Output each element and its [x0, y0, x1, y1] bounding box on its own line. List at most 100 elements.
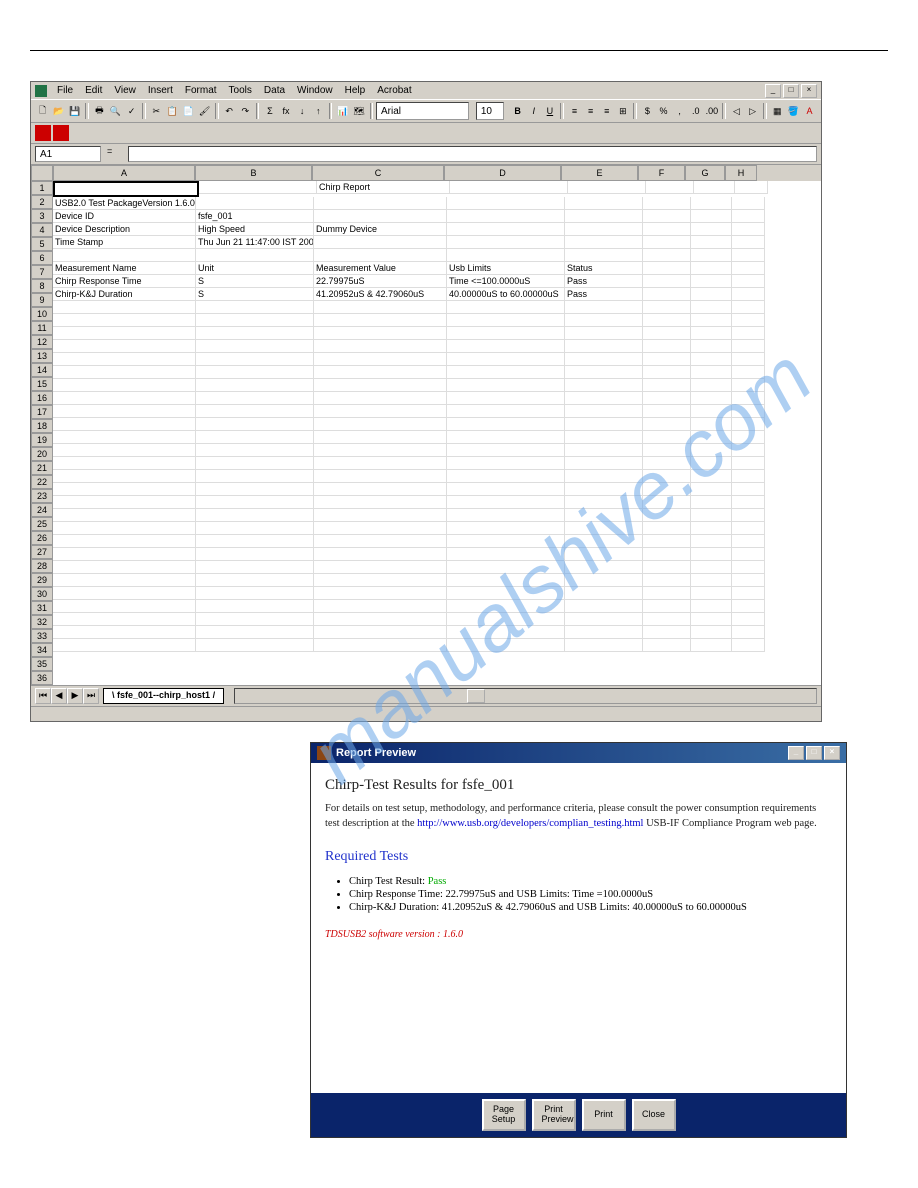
cell-H8[interactable]: [732, 275, 765, 288]
cell-G13[interactable]: [691, 340, 732, 353]
cell-A30[interactable]: [53, 561, 196, 574]
cell-H20[interactable]: [732, 431, 765, 444]
cell-G17[interactable]: [691, 392, 732, 405]
row-header-13[interactable]: 13: [31, 349, 53, 363]
cell-B8[interactable]: S: [196, 275, 314, 288]
cell-D5[interactable]: [447, 236, 565, 249]
cell-E24[interactable]: [565, 483, 643, 496]
tab-nav-next-icon[interactable]: ▶: [67, 688, 83, 704]
cell-G24[interactable]: [691, 483, 732, 496]
cell-A7[interactable]: Measurement Name: [53, 262, 196, 275]
cell-A21[interactable]: [53, 444, 196, 457]
cell-A29[interactable]: [53, 548, 196, 561]
cell-H14[interactable]: [732, 353, 765, 366]
cell-H6[interactable]: [732, 249, 765, 262]
cell-B9[interactable]: S: [196, 288, 314, 301]
cell-H21[interactable]: [732, 444, 765, 457]
undo-icon[interactable]: ↶: [222, 102, 237, 120]
cell-F7[interactable]: [643, 262, 691, 275]
row-header-4[interactable]: 4: [31, 223, 53, 237]
cell-C24[interactable]: [314, 483, 447, 496]
row-header-31[interactable]: 31: [31, 601, 53, 615]
cell-F14[interactable]: [643, 353, 691, 366]
cell-F3[interactable]: [643, 210, 691, 223]
row-header-10[interactable]: 10: [31, 307, 53, 321]
pdf-icon-2[interactable]: [53, 125, 69, 141]
cell-F16[interactable]: [643, 379, 691, 392]
cell-F4[interactable]: [643, 223, 691, 236]
cell-F8[interactable]: [643, 275, 691, 288]
cell-A18[interactable]: [53, 405, 196, 418]
close-report-button[interactable]: Close: [632, 1099, 676, 1131]
cell-B18[interactable]: [196, 405, 314, 418]
cell-H19[interactable]: [732, 418, 765, 431]
cell-D30[interactable]: [447, 561, 565, 574]
cell-A14[interactable]: [53, 353, 196, 366]
cell-G15[interactable]: [691, 366, 732, 379]
cell-E29[interactable]: [565, 548, 643, 561]
row-header-21[interactable]: 21: [31, 461, 53, 475]
print-icon[interactable]: 🖶: [92, 102, 107, 120]
chart-icon[interactable]: 📊: [335, 102, 350, 120]
cell-C5[interactable]: [314, 236, 447, 249]
cell-G5[interactable]: [691, 236, 732, 249]
cell-F5[interactable]: [643, 236, 691, 249]
row-header-5[interactable]: 5: [31, 237, 53, 251]
cell-C35[interactable]: [314, 626, 447, 639]
cell-C4[interactable]: Dummy Device: [314, 223, 447, 236]
cell-H35[interactable]: [732, 626, 765, 639]
cell-A16[interactable]: [53, 379, 196, 392]
cell-E32[interactable]: [565, 587, 643, 600]
cell-F9[interactable]: [643, 288, 691, 301]
copy-icon[interactable]: 📋: [165, 102, 180, 120]
cell-G27[interactable]: [691, 522, 732, 535]
cell-A33[interactable]: [53, 600, 196, 613]
cell-B29[interactable]: [196, 548, 314, 561]
cell-D32[interactable]: [447, 587, 565, 600]
row-header-18[interactable]: 18: [31, 419, 53, 433]
col-header-H[interactable]: H: [725, 165, 757, 181]
cell-H34[interactable]: [732, 613, 765, 626]
cell-G9[interactable]: [691, 288, 732, 301]
cell-H28[interactable]: [732, 535, 765, 548]
cell-G23[interactable]: [691, 470, 732, 483]
cell-D29[interactable]: [447, 548, 565, 561]
preview-icon[interactable]: 🔍: [108, 102, 123, 120]
cell-F27[interactable]: [643, 522, 691, 535]
cell-D1[interactable]: [450, 181, 568, 194]
maximize-button[interactable]: □: [783, 84, 799, 98]
menu-help[interactable]: Help: [339, 84, 372, 97]
cell-A2[interactable]: USB2.0 Test PackageVersion 1.6.0: [53, 197, 196, 210]
fill-color-icon[interactable]: 🪣: [786, 102, 801, 120]
merge-icon[interactable]: ⊞: [615, 102, 630, 120]
map-icon[interactable]: 🗺: [351, 102, 366, 120]
cell-C21[interactable]: [314, 444, 447, 457]
cell-H17[interactable]: [732, 392, 765, 405]
cell-C36[interactable]: [314, 639, 447, 652]
indent-inc-icon[interactable]: ▷: [745, 102, 760, 120]
cell-D9[interactable]: 40.00000uS to 60.00000uS: [447, 288, 565, 301]
align-left-icon[interactable]: ≡: [567, 102, 582, 120]
cell-B23[interactable]: [196, 470, 314, 483]
cell-C28[interactable]: [314, 535, 447, 548]
col-header-C[interactable]: C: [312, 165, 444, 181]
cell-E36[interactable]: [565, 639, 643, 652]
cell-E15[interactable]: [565, 366, 643, 379]
row-header-9[interactable]: 9: [31, 293, 53, 307]
cell-A5[interactable]: Time Stamp: [53, 236, 196, 249]
cell-G33[interactable]: [691, 600, 732, 613]
cell-B17[interactable]: [196, 392, 314, 405]
cell-A13[interactable]: [53, 340, 196, 353]
cell-B33[interactable]: [196, 600, 314, 613]
cell-A23[interactable]: [53, 470, 196, 483]
cell-H36[interactable]: [732, 639, 765, 652]
cell-C12[interactable]: [314, 327, 447, 340]
row-header-15[interactable]: 15: [31, 377, 53, 391]
cell-F23[interactable]: [643, 470, 691, 483]
cell-A8[interactable]: Chirp Response Time: [53, 275, 196, 288]
cell-B2[interactable]: [196, 197, 314, 210]
tab-nav-prev-icon[interactable]: ◀: [51, 688, 67, 704]
cell-H5[interactable]: [732, 236, 765, 249]
cell-G28[interactable]: [691, 535, 732, 548]
cell-F17[interactable]: [643, 392, 691, 405]
